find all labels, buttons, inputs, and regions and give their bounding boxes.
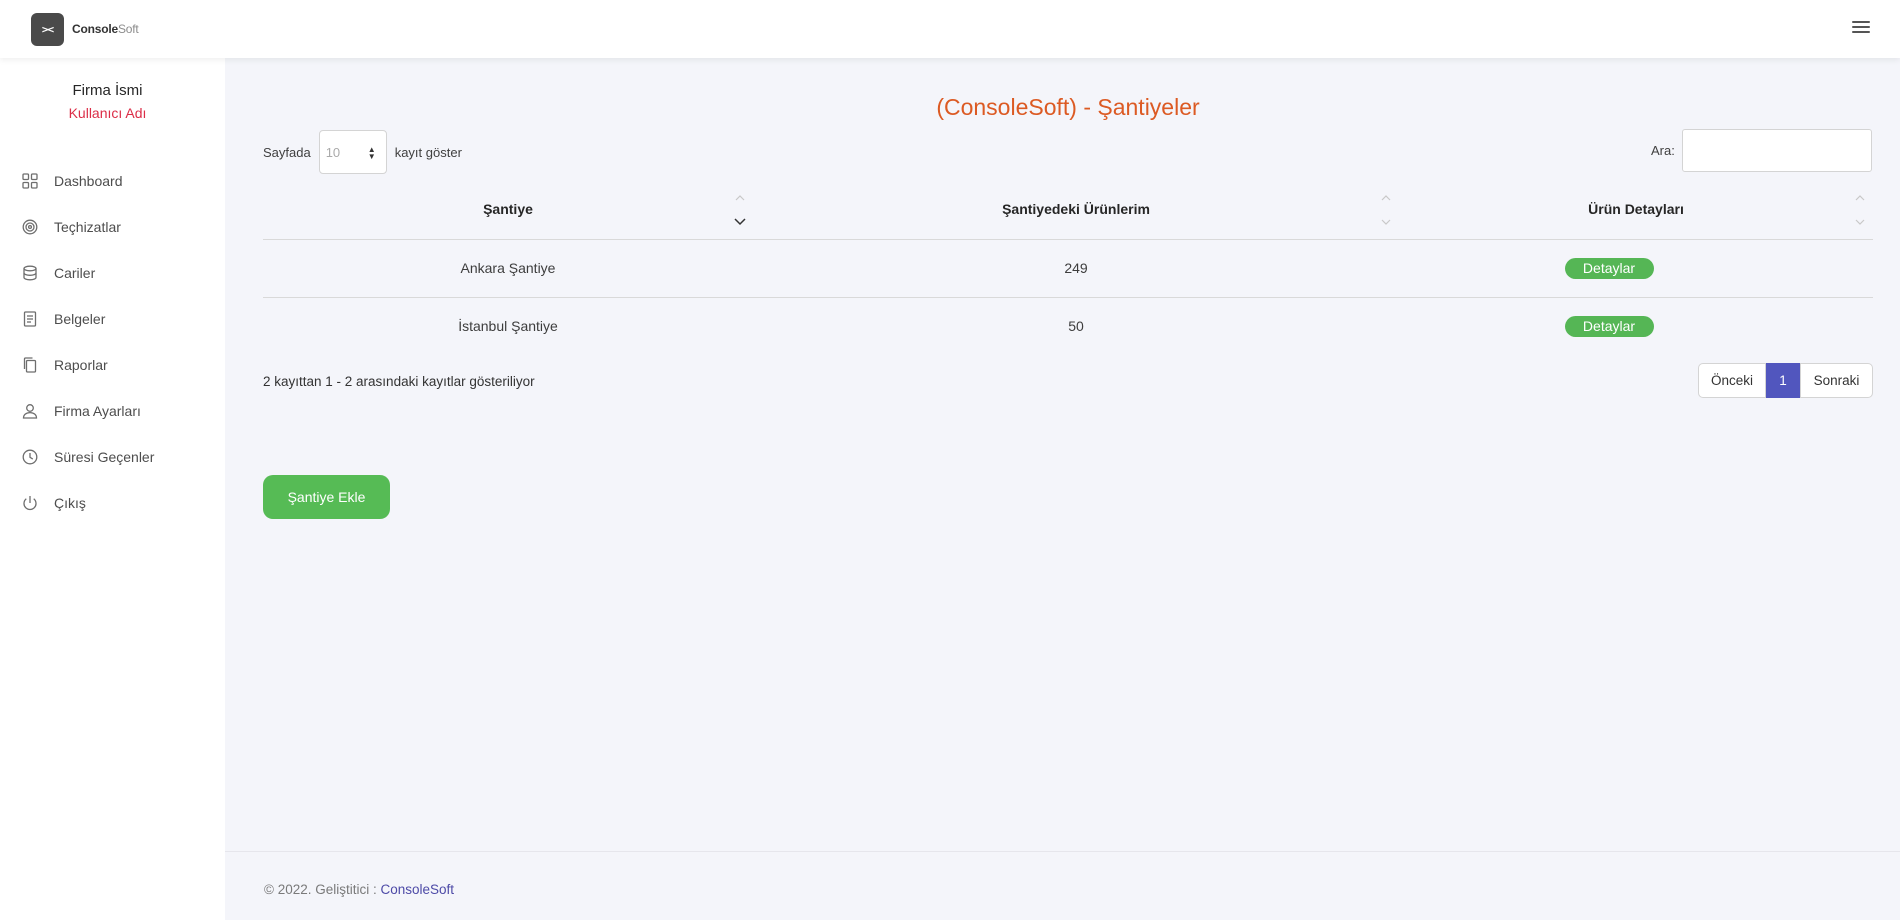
- pagination-page-button[interactable]: 1: [1766, 363, 1800, 398]
- sidebar-item-label: Belgeler: [54, 311, 106, 327]
- column-header-urunler[interactable]: Şantiyedeki Ürünlerim: [753, 180, 1399, 240]
- search-label: Ara:: [1651, 143, 1675, 158]
- sidebar-item-dashboard[interactable]: Dashboard: [0, 158, 225, 204]
- page-title: (ConsoleSoft) - Şantiyeler: [936, 94, 1200, 120]
- sidebar-item-cikis[interactable]: Çıkış: [0, 480, 225, 526]
- sidebar-item-belgeler[interactable]: Belgeler: [0, 296, 225, 342]
- add-santiye-button[interactable]: Şantiye Ekle: [263, 475, 390, 519]
- page-length-select[interactable]: 10 ▲ ▼: [318, 130, 387, 174]
- sidebar-item-label: Raporlar: [54, 357, 108, 373]
- target-icon: [22, 219, 38, 235]
- user-name: Kullanıcı Adı: [68, 105, 147, 121]
- grid-icon: [22, 173, 38, 189]
- details-button[interactable]: Detaylar: [1564, 315, 1654, 337]
- sort-icon: [1379, 194, 1393, 226]
- hamburger-menu-icon[interactable]: [1852, 21, 1870, 37]
- sidebar-item-raporlar[interactable]: Raporlar: [0, 342, 225, 388]
- detail-cell: Detaylar: [1399, 239, 1873, 298]
- column-header-santiye[interactable]: Şantiye: [263, 180, 753, 240]
- document-icon: [22, 311, 38, 327]
- column-header-label: Şantiyedeki Ürünlerim: [1002, 201, 1150, 218]
- sidebar-item-firma-ayarlari[interactable]: Firma Ayarları: [0, 388, 225, 434]
- search-input[interactable]: [1681, 129, 1872, 172]
- footer-developer-link[interactable]: ConsoleSoft: [381, 882, 455, 897]
- copy-icon: [22, 357, 38, 373]
- sidebar-item-label: Cariler: [54, 265, 96, 281]
- main-content: (ConsoleSoft) - Şantiyeler Sayfada 10 ▲ ▼…: [225, 58, 1900, 920]
- logo-name-light: Soft: [117, 22, 139, 36]
- page-length-value: 10: [325, 144, 341, 160]
- sort-icon: [733, 194, 747, 226]
- column-header-label: Ürün Detayları: [1588, 201, 1684, 218]
- table-row: İstanbul Şantiye 50 Detaylar: [263, 297, 1873, 355]
- table-header-row: Şantiye Şantiyedeki Ürünlerim Ürün Detay…: [263, 180, 1873, 240]
- pagination-prev-button[interactable]: Önceki: [1698, 363, 1766, 398]
- pagination: Önceki 1 Sonraki: [1698, 363, 1873, 398]
- column-header-label: Şantiye: [483, 201, 533, 218]
- santiye-name-cell: Ankara Şantiye: [263, 239, 753, 298]
- logo-mark[interactable]: ><: [31, 13, 64, 46]
- footer: © 2022. Geliştitici : ConsoleSoft: [225, 851, 1900, 920]
- santiye-table: Şantiye Şantiyedeki Ürünlerim Ürün Detay…: [263, 180, 1873, 355]
- length-suffix: kayıt göster: [394, 144, 462, 160]
- sidebar-item-techizatlar[interactable]: Teçhizatlar: [0, 204, 225, 250]
- page-length-control: Sayfada 10 ▲ ▼ kayıt göster: [263, 130, 462, 174]
- sidebar-menu: Dashboard Teçhizatlar Cariler Belgeler R…: [0, 158, 225, 526]
- sidebar-item-label: Firma Ayarları: [54, 403, 141, 419]
- urun-count-cell: 249: [753, 239, 1399, 298]
- table-row: Ankara Şantiye 249 Detaylar: [263, 239, 1873, 298]
- footer-copyright: © 2022. Geliştitici :: [264, 882, 377, 897]
- company-name: Firma İsmi: [72, 82, 143, 99]
- details-button[interactable]: Detaylar: [1564, 257, 1654, 279]
- sidebar: Firma İsmi Kullanıcı Adı Dashboard Teçhi…: [0, 58, 225, 920]
- database-icon: [22, 265, 38, 281]
- sort-icon: [1853, 194, 1867, 226]
- pagination-next-button[interactable]: Sonraki: [1800, 363, 1873, 398]
- sidebar-item-cariler[interactable]: Cariler: [0, 250, 225, 296]
- clock-icon: [22, 449, 38, 465]
- sidebar-item-label: Teçhizatlar: [54, 219, 121, 235]
- detail-cell: Detaylar: [1399, 297, 1873, 355]
- user-icon: [22, 403, 38, 419]
- column-header-urun-detaylari[interactable]: Ürün Detayları: [1399, 180, 1873, 240]
- sidebar-item-label: Çıkış: [54, 495, 86, 511]
- sidebar-item-label: Süresi Geçenler: [54, 449, 155, 465]
- select-caret-icon: ▲ ▼: [367, 145, 376, 161]
- urun-count-cell: 50: [1068, 318, 1084, 335]
- top-navbar: >< ConsoleSoft: [0, 0, 1900, 58]
- table-info: 2 kayıttan 1 - 2 arasındaki kayıtlar gös…: [263, 374, 535, 389]
- length-prefix: Sayfada: [263, 144, 311, 160]
- santiye-name-cell: İstanbul Şantiye: [458, 318, 558, 335]
- footer-text: © 2022. Geliştitici : ConsoleSoft: [264, 882, 454, 897]
- logo-name-bold: Console: [72, 22, 118, 36]
- power-icon: [22, 495, 38, 511]
- search-control: Ara:: [1651, 129, 1872, 172]
- logo-text[interactable]: ConsoleSoft: [72, 22, 139, 36]
- sidebar-item-suresi-gecenler[interactable]: Süresi Geçenler: [0, 434, 225, 480]
- sidebar-item-label: Dashboard: [54, 173, 123, 189]
